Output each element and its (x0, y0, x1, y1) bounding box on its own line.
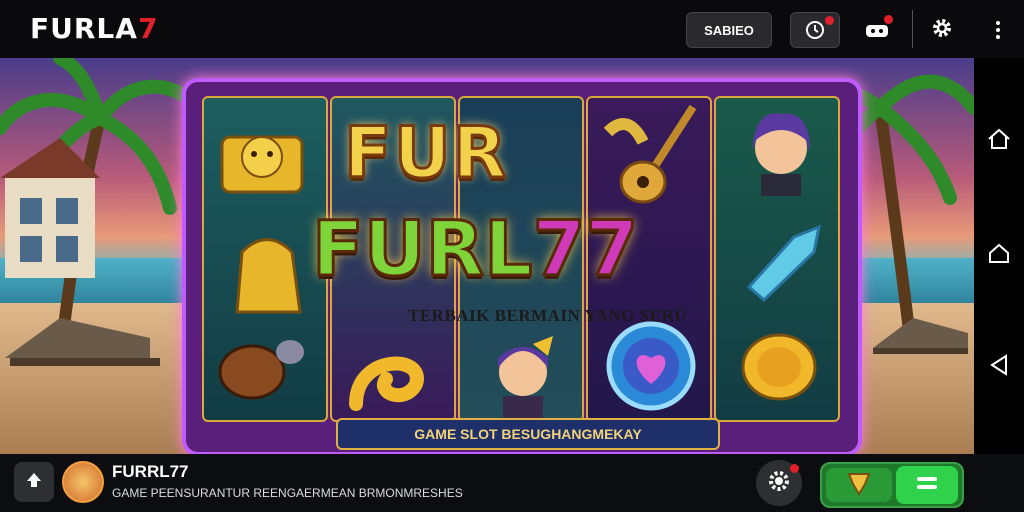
home-button[interactable] (986, 128, 1012, 154)
game-canvas[interactable]: FUR FURL77 TERBAIK BERMAIN YANG SERU GAM… (0, 58, 974, 454)
timer-button[interactable] (790, 12, 840, 48)
equals-icon (915, 474, 939, 497)
app-description: GAME PEENSURANTUR REENGAERMEAN BRMONMRES… (112, 486, 463, 500)
back-triangle-icon (988, 353, 1010, 382)
game-title-top: FUR (343, 111, 509, 196)
settings-button[interactable] (930, 16, 954, 45)
system-nav-bar (974, 58, 1024, 454)
action-controls (820, 462, 964, 508)
brand-logo[interactable]: FURLA7 (30, 12, 158, 45)
crystal-bottle-symbol (746, 224, 822, 303)
girl-character-symbol (498, 336, 553, 418)
home-icon (987, 128, 1011, 155)
top-bar: FURLA7 SABIEO (0, 0, 1024, 58)
divider (912, 10, 913, 48)
sign-in-button[interactable]: SABIEO (686, 12, 772, 48)
beach-loungers-right (873, 318, 968, 354)
more-menu-button[interactable] (990, 18, 1006, 47)
beach-house (0, 138, 100, 278)
heart-orb-symbol (606, 321, 696, 411)
bonus-button[interactable] (826, 468, 892, 502)
expand-button[interactable] (14, 462, 54, 502)
app-name: FURRL77 (112, 462, 189, 481)
gamepad-button[interactable] (864, 15, 893, 40)
game-settings-button[interactable] (756, 460, 802, 506)
bronze-horn-symbol (218, 340, 304, 400)
gear-icon (766, 468, 792, 499)
overview-button[interactable] (986, 242, 1012, 268)
gear-icon (930, 19, 954, 44)
game-tagline: TERBAIK BERMAIN YANG SERU (408, 306, 688, 325)
timer-icon (804, 18, 826, 43)
arrow-up-icon (25, 471, 43, 494)
notification-badge (884, 15, 893, 24)
golden-bell-symbol (235, 238, 302, 314)
guitar-symbol (603, 104, 697, 204)
golden-bear-symbol (220, 135, 304, 194)
trophy-icon (845, 470, 873, 501)
more-vertical-icon (990, 21, 1006, 46)
game-title-main: FURL77 (311, 203, 640, 295)
app-avatar (62, 461, 104, 503)
beach-loungers-left (5, 318, 160, 366)
golden-coin-symbol (741, 333, 817, 401)
bottom-bar: FURRL77 GAME PEENSURANTUR REENGAERMEAN B… (0, 454, 1024, 512)
notification-badge (825, 16, 834, 25)
gamepad-icon (864, 25, 890, 44)
golden-swirl-symbol (349, 356, 424, 411)
menu-button[interactable] (896, 466, 958, 504)
game-banner: GAME SLOT BESUGHANGMEKAY (336, 418, 720, 450)
notification-badge (790, 464, 799, 473)
woman-character-symbol (752, 113, 810, 196)
back-button[interactable] (986, 353, 1012, 382)
circle-home-icon (987, 242, 1011, 269)
slot-machine-frame: FUR FURL77 TERBAIK BERMAIN YANG SERU GAM… (182, 78, 862, 454)
